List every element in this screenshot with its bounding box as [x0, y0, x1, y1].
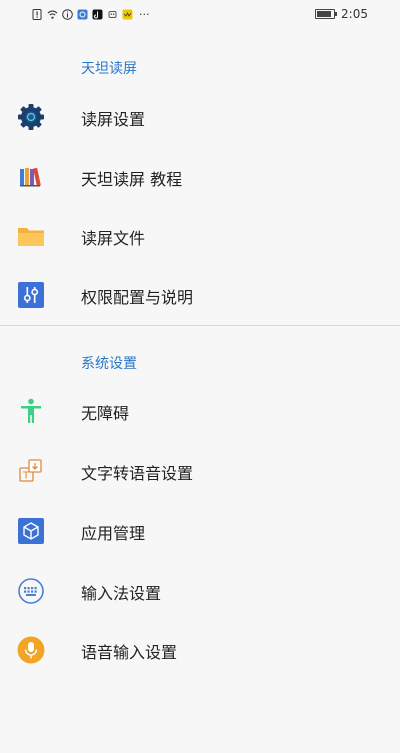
menu-item-screen-reader-files[interactable]: 读屏文件 [0, 208, 400, 264]
menu-item-tutorial[interactable]: 天坦读屏 教程 [0, 149, 400, 205]
robot-icon [108, 11, 117, 18]
menu-item-permissions[interactable]: 权限配置与说明 [0, 267, 400, 323]
status-icons: ··· [32, 8, 150, 21]
books-icon [20, 167, 41, 187]
menu-item-input-method[interactable]: 输入法设置 [0, 563, 400, 619]
app-cube-icon [18, 518, 44, 544]
status-bar: ··· 2:05 [0, 0, 400, 30]
menu-item-app-management[interactable]: 应用管理 [0, 503, 400, 559]
sliders-icon [18, 282, 44, 308]
text-to-speech-icon: T [19, 459, 42, 482]
section-header-system-settings: 系统设置 [81, 356, 137, 372]
menu-item-screen-reader-settings[interactable]: 读屏设置 [0, 89, 400, 145]
menu-item-label: 文字转语音设置 [81, 464, 194, 483]
menu-item-label: 读屏文件 [81, 229, 146, 248]
menu-item-text-to-speech[interactable]: T 文字转语音设置 [0, 443, 400, 499]
tiktok-icon [92, 9, 103, 20]
menu-item-label: 语音输入设置 [81, 643, 178, 662]
app-notification-icon [77, 9, 88, 20]
menu-item-label: 应用管理 [81, 524, 146, 543]
battery-icon [315, 9, 338, 19]
accessibility-icon [21, 398, 41, 423]
menu-item-voice-input[interactable]: 语音输入设置 [0, 622, 400, 678]
sim-alert-icon [32, 9, 42, 20]
menu-item-accessibility[interactable]: 无障碍 [0, 383, 400, 439]
wifi-icon [47, 10, 58, 19]
keyboard-icon [18, 578, 44, 604]
menu-item-label: 天坦读屏 教程 [81, 170, 183, 189]
clock: 2:05 [341, 7, 368, 21]
gear-icon [18, 104, 44, 130]
yellow-app-icon [122, 9, 133, 20]
info-icon [62, 9, 73, 20]
menu-item-label: 权限配置与说明 [81, 288, 194, 307]
microphone-icon [17, 636, 45, 664]
section-header-tiantan: 天坦读屏 [81, 61, 137, 77]
section-divider [0, 325, 400, 326]
folder-icon [18, 228, 44, 246]
menu-item-label: 读屏设置 [81, 110, 146, 129]
menu-item-label: 无障碍 [81, 404, 130, 423]
more-notifications: ··· [139, 8, 150, 21]
menu-item-label: 输入法设置 [81, 584, 162, 603]
